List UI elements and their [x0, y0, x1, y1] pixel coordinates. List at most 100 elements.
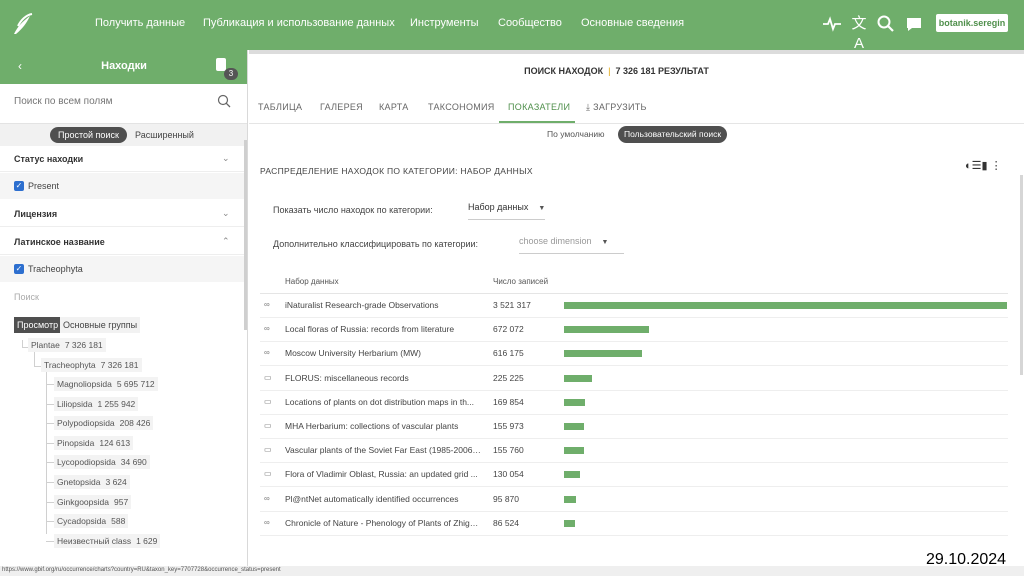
dataset-name-link[interactable]: Local floras of Russia: records from lit…: [285, 324, 481, 334]
table-row[interactable]: ▭ Locations of plants on dot distribution…: [260, 391, 1008, 415]
table-row[interactable]: ∞ Pl@ntNet automatically identified occur…: [260, 488, 1008, 512]
tree-tab-view[interactable]: Просмотр: [14, 317, 62, 333]
tree-tab-groups[interactable]: Основные группы: [60, 317, 141, 333]
tree-node-class[interactable]: Ginkgoopsida 957: [54, 494, 132, 509]
count-bar[interactable]: [564, 326, 649, 334]
dataset-type-icon: ∞: [264, 324, 270, 334]
count-bar[interactable]: [564, 423, 584, 430]
dataset-name-link[interactable]: iNaturalist Research-grade Observations: [285, 300, 481, 310]
table-row[interactable]: ▭ MHA Herbarium: collections of vascular …: [260, 415, 1008, 439]
chevron-down-icon[interactable]: ⌄: [222, 153, 230, 164]
tree-node-class[interactable]: Liliopsida 1 255 942: [54, 396, 139, 411]
more-vert-icon[interactable]: ⋮: [991, 160, 1002, 172]
tab-table[interactable]: ТАБЛИЦА: [258, 102, 302, 112]
table-row[interactable]: ▭ Vascular plants of the Soviet Far East …: [260, 439, 1008, 464]
pie-chart-icon[interactable]: ◐: [965, 160, 972, 172]
tree-node-class[interactable]: Gnetopsida 3 624: [54, 475, 130, 489]
dataset-name-link[interactable]: Pl@ntNet automatically identified occurr…: [285, 494, 481, 504]
sidebar-scrollbar[interactable]: [244, 140, 247, 330]
tree-node-count: 7 326 181: [100, 360, 139, 370]
main-scrollbar[interactable]: [1020, 175, 1023, 375]
filter-latin-name[interactable]: Латинское название ⌃: [0, 229, 247, 255]
count-bar[interactable]: [564, 519, 575, 527]
filter-status-value: Present: [28, 181, 60, 191]
tree-node-class[interactable]: Polypodiopsida 208 426: [54, 416, 154, 431]
tree-node-name: Magnoliopsida: [57, 379, 112, 389]
count-bar[interactable]: [564, 374, 592, 382]
tree-node-name: Ginkgoopsida: [57, 496, 109, 507]
tree-node-class[interactable]: Magnoliopsida 5 695 712: [54, 377, 158, 391]
custom-search-button[interactable]: Пользовательский поиск: [618, 126, 728, 143]
table-row[interactable]: ▭ FLORUS: miscellaneous records 225 225: [260, 367, 1008, 391]
simple-search-tab[interactable]: Простой поиск: [50, 127, 127, 143]
count-bar[interactable]: [564, 471, 580, 479]
tree-node-class[interactable]: Pinopsida 124 613: [54, 435, 134, 450]
nav-about[interactable]: Основные сведения: [581, 17, 684, 29]
dataset-name-link[interactable]: Flora of Vladimir Oblast, Russia: an upd…: [285, 469, 481, 479]
secondary-dimension-select[interactable]: choose dimension ▼: [519, 236, 624, 254]
count-bar[interactable]: [564, 398, 585, 406]
nav-get-data[interactable]: Получить данные: [95, 17, 185, 29]
tab-map[interactable]: КАРТА: [379, 102, 409, 112]
tab-taxonomy[interactable]: ТАКСОНОМИЯ: [428, 102, 495, 112]
table-row[interactable]: ∞ Chronicle of Nature - Phenology of Plan…: [260, 512, 1008, 536]
count-bar[interactable]: [564, 302, 1007, 309]
user-account-button[interactable]: botanik.seregin: [936, 14, 1008, 32]
search-all-fields-input[interactable]: [14, 96, 204, 107]
taxon-search-label[interactable]: Поиск: [14, 292, 39, 302]
table-row[interactable]: ▭ Flora of Vladimir Oblast, Russia: an up…: [260, 463, 1008, 488]
dataset-name-link[interactable]: Moscow University Herbarium (MW): [285, 348, 481, 358]
dataset-name-link[interactable]: Chronicle of Nature - Phenology of Plant…: [285, 518, 481, 528]
filter-license[interactable]: Лицензия ⌄: [0, 201, 247, 227]
tabs-divider: [249, 123, 1024, 124]
chevron-up-icon[interactable]: ⌃: [222, 236, 230, 247]
search-icon[interactable]: [876, 14, 896, 34]
tree-node-plantae[interactable]: Plantae 7 326 181: [28, 338, 106, 352]
gbif-logo-icon[interactable]: [12, 12, 34, 36]
translate-icon[interactable]: 文A: [849, 14, 869, 52]
tree-node-class[interactable]: Lycopodiopsida 34 690: [54, 455, 150, 470]
count-bar[interactable]: [564, 350, 642, 358]
dataset-name-link[interactable]: FLORUS: miscellaneous records: [285, 373, 481, 383]
nav-publishing[interactable]: Публикация и использование данных: [203, 17, 395, 29]
tree-node-tracheophyta[interactable]: Tracheophyta 7 326 181: [41, 358, 142, 372]
default-view-button[interactable]: По умолчанию: [547, 129, 604, 139]
tree-node-count: 1 629: [136, 535, 158, 546]
table-row[interactable]: ∞ iNaturalist Research-grade Observations…: [260, 294, 1008, 318]
filter-latin-tracheophyta[interactable]: ✓ Tracheophyta: [0, 256, 247, 282]
tree-node-count: 957: [113, 496, 129, 507]
dataset-name-link[interactable]: Vascular plants of the Soviet Far East (…: [285, 445, 481, 455]
dataset-name-link[interactable]: Locations of plants on dot distribution …: [285, 397, 481, 407]
count-bar[interactable]: [564, 495, 576, 503]
feedback-icon[interactable]: [904, 14, 924, 34]
activity-icon[interactable]: [822, 14, 842, 34]
tree-node-class[interactable]: Неизвестный class 1 629: [54, 533, 161, 548]
dataset-name-link[interactable]: MHA Herbarium: collections of vascular p…: [285, 421, 481, 431]
advanced-search-tab[interactable]: Расширенный: [135, 127, 194, 143]
tree-node-name: Lycopodiopsida: [57, 457, 116, 468]
tab-gallery[interactable]: ГАЛЕРЕЯ: [320, 102, 363, 112]
dimension-select[interactable]: Набор данных ▼: [468, 202, 546, 220]
tab-metrics[interactable]: ПОКАЗАТЕЛИ: [508, 102, 570, 112]
nav-tools[interactable]: Инструменты: [410, 17, 479, 29]
list-icon[interactable]: ☰: [972, 160, 982, 172]
nav-community[interactable]: Сообщество: [498, 17, 562, 29]
bar-chart-icon[interactable]: ▮: [982, 160, 988, 172]
count-bar[interactable]: [564, 447, 584, 455]
filter-count-badge: 3: [224, 68, 238, 80]
checkbox-checked-icon[interactable]: ✓: [14, 181, 24, 191]
table-row[interactable]: ∞ Local floras of Russia: records from li…: [260, 318, 1008, 343]
filter-status-present[interactable]: ✓ Present: [0, 173, 247, 199]
tab-download[interactable]: ⤓ ЗАГРУЗИТЬ: [586, 102, 647, 113]
tree-node-name: Cycadopsida: [57, 516, 107, 527]
results-label: ПОИСК НАХОДОК: [524, 66, 604, 76]
status-url: https://www.gbif.org/ru/occurrence/chart…: [2, 567, 281, 573]
search-icon[interactable]: [217, 94, 231, 108]
chevron-down-icon[interactable]: ⌄: [222, 208, 230, 219]
table-row[interactable]: ∞ Moscow University Herbarium (MW) 616 175: [260, 342, 1008, 367]
filter-latin-label: Латинское название: [14, 237, 105, 247]
filter-status[interactable]: Статус находки ⌄: [0, 146, 247, 172]
tree-node-count: 7 326 181: [64, 340, 103, 350]
tree-node-class[interactable]: Cycadopsida 588: [54, 514, 129, 529]
checkbox-checked-icon[interactable]: ✓: [14, 264, 24, 274]
